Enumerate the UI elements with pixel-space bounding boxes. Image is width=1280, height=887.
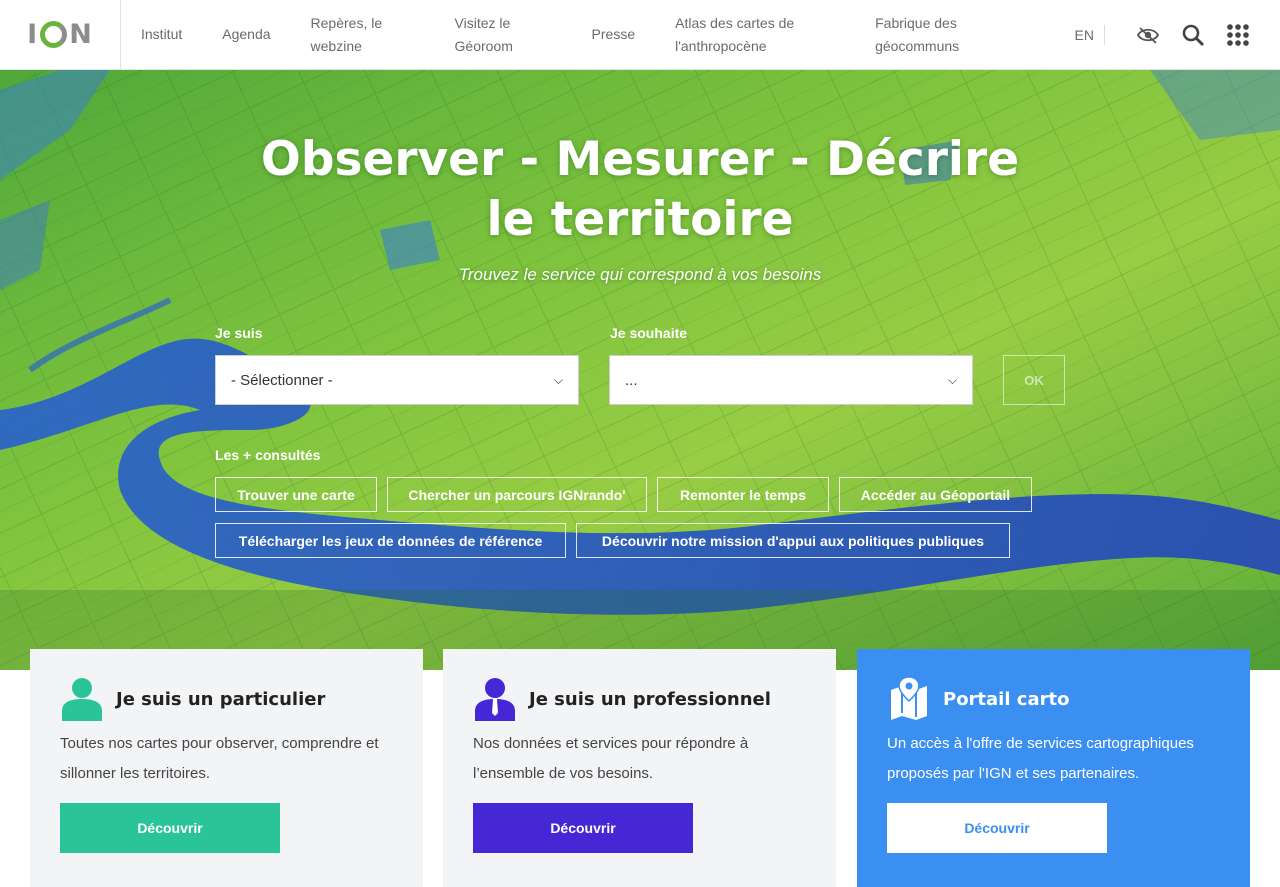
chip-parcours-ignrando[interactable]: Chercher un parcours IGNrando' (387, 477, 647, 512)
search-icon[interactable] (1170, 13, 1215, 58)
apps-grid-icon[interactable] (1215, 13, 1260, 58)
person-icon (60, 677, 104, 721)
ign-logo: IN (27, 19, 93, 50)
logo-g-icon (40, 21, 68, 48)
main-nav: Institut Agenda Repères, le webzine Visi… (121, 0, 1005, 70)
popular-label: Les + consultés (215, 447, 321, 463)
card-title: Je suis un particulier (116, 688, 326, 710)
card-title: Portail carto (943, 688, 1070, 710)
hero-title-line2: le territoire (486, 192, 794, 247)
nav-item-presse[interactable]: Presse (572, 23, 656, 46)
card-header: Je suis un professionnel (473, 677, 806, 721)
header-tools: EN (1075, 0, 1280, 70)
ok-button[interactable]: OK (1003, 355, 1065, 405)
card-portail-carto: Portail carto Un accès à l'offre de serv… (857, 649, 1250, 887)
hero-title-line1: Observer - Mesurer - Décrire (260, 132, 1020, 187)
nav-item-institut[interactable]: Institut (121, 23, 202, 46)
hero-subtitle: Trouvez le service qui correspond à vos … (458, 265, 822, 284)
card-text: Nos données et services pour répondre à … (473, 735, 749, 782)
logo-link[interactable]: IN (0, 0, 121, 70)
je-souhaite-label: Je souhaite (610, 325, 688, 341)
language-switch[interactable]: EN (1075, 25, 1105, 45)
chip-trouver-carte[interactable]: Trouver une carte (215, 477, 377, 512)
chip-remonter-temps[interactable]: Remonter le temps (657, 477, 829, 512)
decouvrir-particulier-button[interactable]: Découvrir (60, 803, 280, 853)
site-header: IN Institut Agenda Repères, le webzine V… (0, 0, 1280, 70)
chip-geoportail[interactable]: Accéder au Géoportail (839, 477, 1032, 512)
chevron-down-icon: ⌵ (553, 372, 563, 387)
chip-telecharger-donnees[interactable]: Télécharger les jeux de données de référ… (215, 523, 566, 558)
professional-person-icon (473, 677, 517, 721)
chevron-down-icon: ⌵ (947, 372, 957, 387)
je-souhaite-value: ... (625, 371, 638, 389)
je-suis-value: - Sélectionner - (231, 371, 333, 389)
accessibility-eye-icon[interactable] (1125, 13, 1170, 58)
card-header: Portail carto (887, 677, 1220, 721)
je-souhaite-select[interactable]: ... ⌵ (609, 355, 973, 405)
card-particulier: Je suis un particulier Toutes nos cartes… (30, 649, 423, 887)
je-suis-label: Je suis (215, 325, 263, 341)
map-pin-icon (887, 677, 931, 721)
hero-section: Observer - Mesurer - Décrire le territoi… (0, 70, 1280, 670)
card-header: Je suis un particulier (60, 677, 393, 721)
nav-item-reperes[interactable]: Repères, le webzine (291, 12, 435, 58)
decouvrir-portail-button[interactable]: Découvrir (887, 803, 1107, 853)
nav-item-georoom[interactable]: Visitez le Géoroom (435, 12, 572, 58)
je-suis-select[interactable]: - Sélectionner - ⌵ (215, 355, 579, 405)
nav-item-agenda[interactable]: Agenda (202, 23, 290, 46)
card-text: Toutes nos cartes pour observer, compren… (60, 735, 379, 782)
chip-mission-politiques[interactable]: Découvrir notre mission d'appui aux poli… (576, 523, 1010, 558)
card-title: Je suis un professionnel (529, 688, 771, 710)
nav-item-atlas[interactable]: Atlas des cartes de l'anthropocène (655, 12, 855, 58)
card-text: Un accès à l'offre de services cartograp… (887, 735, 1194, 782)
decouvrir-professionnel-button[interactable]: Découvrir (473, 803, 693, 853)
card-professionnel: Je suis un professionnel Nos données et … (443, 649, 836, 887)
hero-title: Observer - Mesurer - Décrire le territoi… (0, 130, 1280, 250)
nav-item-geocommuns[interactable]: Fabrique des géocommuns (855, 12, 1005, 58)
